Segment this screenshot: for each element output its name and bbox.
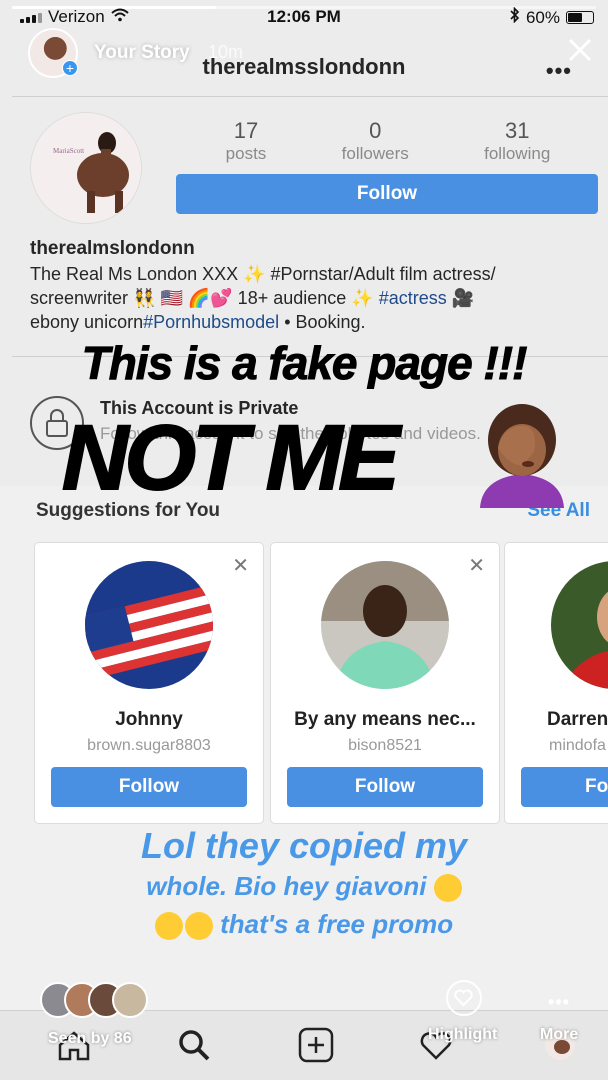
hashtag-link[interactable]: #Pornhubsmodel (143, 312, 279, 332)
bio-text-span: 🎥 (446, 288, 475, 308)
status-right: 60% (510, 6, 594, 28)
suggestion-name[interactable]: Johnny (35, 709, 263, 731)
story-caption: Lol they copied my whole. Bio hey giavon… (0, 826, 608, 942)
stat-following[interactable]: 31 following (484, 118, 550, 164)
suggestion-follow-button[interactable]: Follow (51, 767, 247, 807)
close-icon[interactable]: ✕ (468, 553, 485, 578)
stat-value: 0 (369, 118, 382, 143)
profile-photo: MariaScott (30, 112, 142, 224)
suggestion-avatar[interactable] (85, 561, 213, 689)
suggestion-handle: brown.sugar8803 (87, 737, 211, 754)
suggestion-follow-button[interactable]: Follow (287, 767, 483, 807)
suggestion-avatar[interactable] (551, 561, 608, 689)
bio-line: ebony unicorn#Pornhubsmodel • Booking. (30, 310, 590, 334)
bio-text-span: screenwriter 👯 🇺🇸 🌈💕 18+ audience ✨ (30, 288, 379, 308)
add-story-icon[interactable]: + (62, 60, 78, 76)
overlay-text-not-me: NOT ME (61, 406, 401, 510)
suggestion-avatar[interactable] (321, 561, 449, 689)
shushing-emoji-icon (184, 912, 213, 941)
suggestion-name[interactable]: By any means nec... (271, 709, 499, 731)
facepalm-emoji-icon (468, 400, 576, 508)
laughing-emoji-icon (154, 912, 183, 941)
battery-percent: 60% (525, 7, 560, 27)
suggestion-handle: mindofa (549, 737, 606, 754)
story-header: + Your Story 10m (28, 28, 594, 82)
stat-followers[interactable]: 0 followers (342, 118, 409, 164)
follow-button[interactable]: Follow (176, 174, 598, 214)
caption-text: that's a free promo (212, 909, 454, 939)
more-label[interactable]: More (540, 1026, 578, 1044)
suggestion-handle: bison8521 (348, 737, 422, 754)
bio-name: therealmslondonn (30, 238, 195, 259)
seen-by-label[interactable]: Seen by 86 (48, 1030, 132, 1048)
suggestion-follow-button[interactable]: Fo (521, 767, 608, 807)
bio-line: The Real Ms London XXX ✨ #Pornstar/Adult… (30, 264, 496, 284)
stat-value: 31 (504, 118, 530, 143)
more-dots-icon[interactable]: ••• (548, 992, 570, 1013)
suggestion-card[interactable]: ✕ By any means nec... bison8521 Follow (270, 542, 500, 824)
suggestion-card[interactable]: Darren mindofa Fo (504, 542, 608, 824)
highlight-icon[interactable] (446, 980, 482, 1016)
close-icon[interactable]: ✕ (232, 553, 249, 578)
story-owner-label[interactable]: Your Story (94, 42, 190, 64)
story-time: 10m (208, 42, 244, 62)
suggestion-card[interactable]: ✕ Johnny brown.sugar8803 Follow (34, 542, 264, 824)
caption-line: that's a free promo (0, 906, 608, 942)
story-footer: Seen by 86 Highlight ••• More (0, 968, 608, 1080)
highlight-label[interactable]: Highlight (428, 1026, 497, 1044)
bio-line: screenwriter 👯 🇺🇸 🌈💕 18+ audience ✨ #act… (30, 286, 590, 310)
stat-value: 17 (233, 118, 259, 143)
stat-label: following (484, 144, 551, 163)
bio-text-span: • Booking. (279, 312, 366, 332)
stat-label: followers (341, 144, 409, 163)
profile-stats: 17 posts 0 followers 31 following (188, 118, 588, 164)
battery-icon (566, 11, 594, 24)
stat-posts[interactable]: 17 posts (226, 118, 267, 164)
caption-line: whole. Bio hey giavoni (0, 866, 608, 906)
caption-line: Lol they copied my (140, 825, 468, 866)
svg-text:MariaScott: MariaScott (53, 147, 84, 155)
avatar (112, 982, 148, 1018)
bio-text: The Real Ms London XXX ✨ #Pornstar/Adult… (30, 262, 590, 334)
divider (12, 96, 608, 97)
bio-text-span: ebony unicorn (30, 312, 144, 332)
suggestion-name[interactable]: Darren (505, 709, 608, 731)
hashtag-link[interactable]: #actress (379, 288, 447, 308)
overlay-text-fake-page: This is a fake page !!! (81, 337, 528, 390)
bluetooth-icon (510, 6, 520, 28)
story-frame: therealmsslondonn ••• MariaScott 17 post… (0, 0, 608, 1080)
laughing-emoji-icon (433, 874, 462, 903)
stat-label: posts (225, 144, 267, 163)
caption-text: whole. Bio hey giavoni (146, 871, 427, 901)
close-icon[interactable] (566, 36, 594, 64)
